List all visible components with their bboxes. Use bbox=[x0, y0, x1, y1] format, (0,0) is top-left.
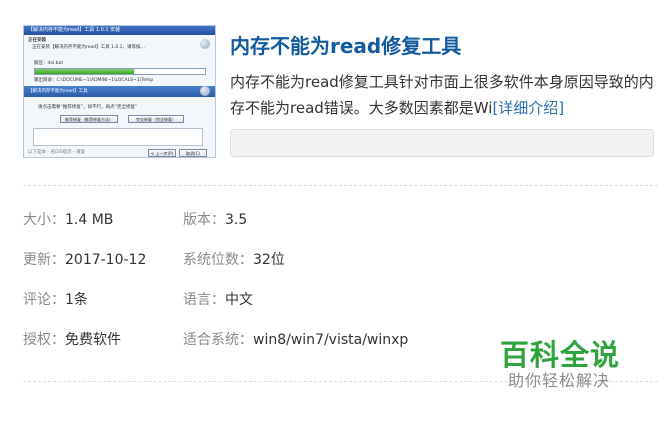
thumb-cancel-button: 取消(C) bbox=[179, 149, 207, 157]
info-license: 授权：免费软件 bbox=[23, 329, 121, 349]
info-language: 语言：中文 bbox=[183, 289, 253, 309]
language-value: 中文 bbox=[225, 292, 253, 308]
info-size: 大小：1.4 MB bbox=[23, 209, 113, 229]
thumb-header-line2: 正在安装【解决内存不能为read】工具 1.0.1，请等候… bbox=[32, 45, 146, 50]
info-updated: 更新：2017-10-12 bbox=[23, 249, 146, 269]
product-description: 内存不能为read修复工具针对市面上很多软件本身原因导致的内存不能为read错误… bbox=[230, 69, 660, 121]
info-comments: 评论：1条 bbox=[23, 289, 88, 309]
updated-label: 更新： bbox=[23, 252, 65, 268]
thumb-recommend-button: 推荐修复（推荐修复方法） bbox=[60, 115, 118, 123]
description-text: 内存不能为read修复工具针对市面上很多软件本身原因导致的内存不能为read错误… bbox=[230, 73, 654, 117]
globe-icon bbox=[200, 86, 210, 96]
thumb-back-button: < 上一步(P) bbox=[148, 149, 176, 157]
language-label: 语言： bbox=[183, 292, 225, 308]
thumb-window-title: 【解决内存不能为read】工具 1.0.1 安装 bbox=[24, 26, 215, 35]
thumb-progress-fill bbox=[35, 69, 134, 74]
bits-value: 32位 bbox=[253, 252, 285, 268]
info-bits: 系统位数：32位 bbox=[183, 249, 285, 269]
installer-screenshot: 【解决内存不能为read】工具 1.0.1 安装 正在安装 正在安装【解决内存不… bbox=[23, 25, 216, 158]
comments-value[interactable]: 1条 bbox=[65, 292, 88, 308]
thumb-log-box bbox=[33, 128, 203, 146]
version-label: 版本： bbox=[183, 212, 225, 228]
size-label: 大小： bbox=[23, 212, 65, 228]
license-label: 授权： bbox=[23, 332, 65, 348]
watermark-subtitle: 助你轻松解决 bbox=[508, 371, 611, 390]
download-button[interactable] bbox=[230, 129, 654, 157]
os-label: 适合系统： bbox=[183, 332, 253, 348]
info-version: 版本：3.5 bbox=[183, 209, 247, 229]
info-os: 适合系统：win8/win7/vista/winxp bbox=[183, 329, 408, 349]
bits-label: 系统位数： bbox=[183, 252, 253, 268]
divider-top bbox=[23, 185, 658, 186]
updated-value: 2017-10-12 bbox=[65, 252, 147, 268]
comments-label: 评论： bbox=[23, 292, 65, 308]
thumb-progress-bar bbox=[34, 68, 206, 75]
license-value: 免费软件 bbox=[65, 332, 121, 348]
os-value: win8/win7/vista/winxp bbox=[253, 332, 409, 348]
version-value: 3.5 bbox=[225, 212, 248, 228]
product-title[interactable]: 内存不能为read修复工具 bbox=[230, 30, 461, 59]
size-value: 1.4 MB bbox=[65, 212, 114, 228]
thumb-full-button: 完全修复（完全修复） bbox=[128, 115, 184, 123]
thumb-path-line: 输出目录：C:\DOCUME~1\ADMINI~1\LOCALS~1\Temp bbox=[34, 78, 154, 83]
detail-link[interactable]: [详细介绍] bbox=[492, 99, 564, 117]
thumb-extract-label: 解压：dxl.bat bbox=[34, 61, 64, 66]
thumb-header-line1: 正在安装 bbox=[28, 38, 46, 43]
thumb-section-title: 【解决内存不能为read】工具 bbox=[28, 89, 88, 94]
globe-icon bbox=[200, 39, 210, 49]
thumb-hint: 请点击需要“推荐修复”，如不行，再点“完全修复” bbox=[38, 105, 138, 110]
